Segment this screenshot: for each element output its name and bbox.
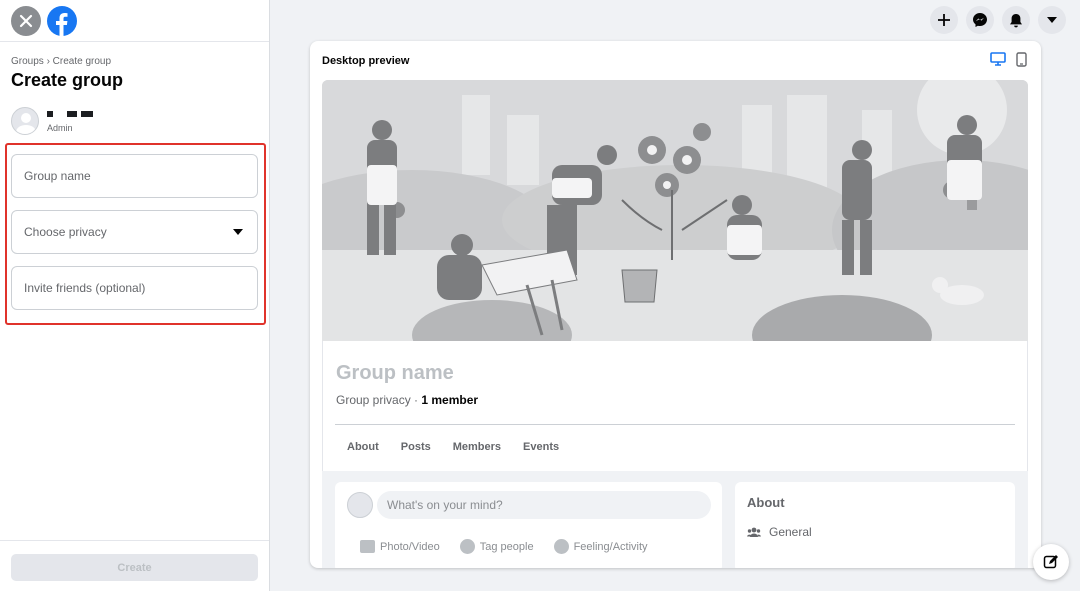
admin-role: Admin <box>47 123 73 133</box>
breadcrumb: Groups › Create group <box>11 56 112 67</box>
cover-illustration <box>322 80 1028 341</box>
composer-actions: Photo/Video Tag people Feeling/Activity <box>360 539 648 554</box>
preview-group-header: Group name Group privacy · 1 member Abou… <box>322 341 1028 471</box>
tag-people-icon <box>459 539 475 554</box>
mobile-icon[interactable] <box>1016 52 1027 67</box>
device-toggle <box>990 52 1027 67</box>
messenger-icon <box>973 13 987 27</box>
photo-video-action[interactable]: Photo/Video <box>360 539 440 554</box>
desktop-icon[interactable] <box>990 52 1006 66</box>
group-name-field[interactable]: Group name <box>11 154 258 198</box>
messenger-button[interactable] <box>966 6 994 34</box>
post-composer: What's on your mind? Photo/Video Tag peo… <box>335 482 722 568</box>
avatar <box>11 107 39 135</box>
caret-down-icon <box>1047 16 1057 23</box>
dropdown-caret-icon <box>233 229 243 235</box>
tab-members[interactable]: Members <box>453 441 501 453</box>
about-general-row: General <box>747 525 812 539</box>
top-actions <box>930 6 1066 34</box>
preview-group-meta: Group privacy · 1 member <box>336 393 478 407</box>
tag-people-label: Tag people <box>479 540 534 553</box>
preview-tabs: About Posts Members Events <box>347 441 559 453</box>
preview-privacy: Group privacy · <box>336 393 422 407</box>
divider <box>335 424 1015 425</box>
close-button[interactable] <box>11 5 41 36</box>
group-name-placeholder: Group name <box>24 169 91 183</box>
people-icon <box>747 527 761 537</box>
account-menu-button[interactable] <box>1038 6 1066 34</box>
invite-placeholder: Invite friends (optional) <box>24 281 146 295</box>
sidebar-footer: Create <box>0 540 269 591</box>
preview-member-count: 1 member <box>421 393 479 407</box>
composer-input[interactable]: What's on your mind? <box>377 491 711 519</box>
bell-icon <box>1010 13 1022 27</box>
privacy-placeholder: Choose privacy <box>24 225 107 239</box>
new-message-button[interactable] <box>1033 544 1069 580</box>
about-general-label: General <box>769 525 812 539</box>
create-group-sidebar: Groups › Create group Create group Admin… <box>0 0 270 591</box>
desktop-preview-card: Desktop preview Group name Group privacy… <box>310 41 1041 568</box>
plus-icon <box>938 14 950 26</box>
tab-posts[interactable]: Posts <box>401 441 431 453</box>
photo-icon <box>360 540 375 553</box>
about-title: About <box>747 495 785 510</box>
feeling-activity-action[interactable]: Feeling/Activity <box>553 539 648 554</box>
admin-user: Admin <box>11 107 93 135</box>
preview-group-name: Group name <box>336 362 454 384</box>
create-plus-button[interactable] <box>930 6 958 34</box>
admin-name-redacted <box>47 109 93 119</box>
sidebar-header <box>0 0 269 42</box>
privacy-select[interactable]: Choose privacy <box>11 210 258 254</box>
feeling-activity-label: Feeling/Activity <box>573 540 648 553</box>
avatar <box>347 492 373 518</box>
gardening-illustration <box>322 80 1028 341</box>
page-title: Create group <box>11 70 124 90</box>
photo-video-label: Photo/Video <box>380 540 440 553</box>
close-icon <box>19 14 33 27</box>
tab-about[interactable]: About <box>347 441 379 453</box>
notifications-button[interactable] <box>1002 6 1030 34</box>
smiley-icon <box>553 539 569 554</box>
invite-friends-field[interactable]: Invite friends (optional) <box>11 266 258 310</box>
about-card: About General <box>735 482 1015 568</box>
tag-people-action[interactable]: Tag people <box>459 539 534 554</box>
preview-label: Desktop preview <box>322 55 410 67</box>
compose-icon <box>1043 555 1058 569</box>
facebook-logo[interactable] <box>47 5 77 36</box>
tab-events[interactable]: Events <box>523 441 559 453</box>
facebook-icon <box>56 12 68 36</box>
create-button[interactable]: Create <box>11 554 258 581</box>
preview-body: What's on your mind? Photo/Video Tag peo… <box>322 471 1028 568</box>
